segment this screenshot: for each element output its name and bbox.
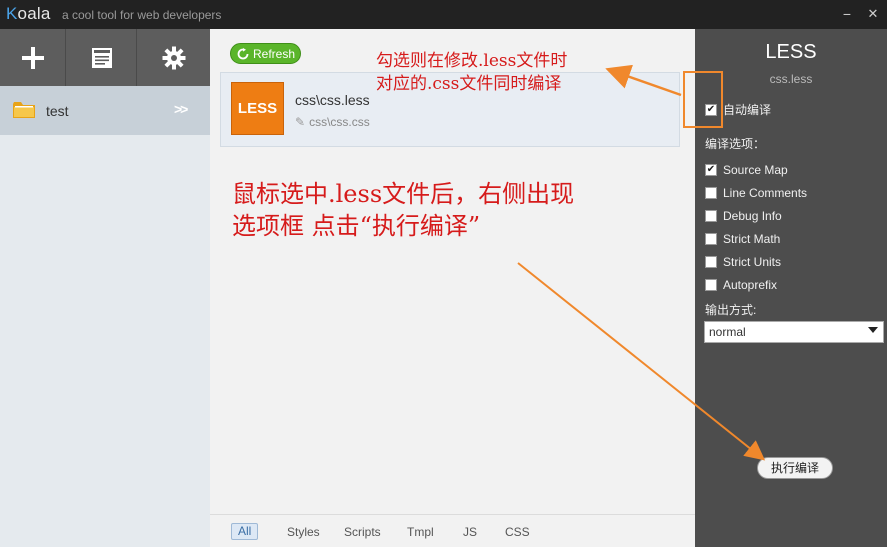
folder-icon: [13, 102, 35, 118]
app-logo: Koala: [6, 4, 51, 23]
output-style-select[interactable]: normal: [704, 321, 884, 343]
settings-button[interactable]: [138, 29, 210, 86]
option-label: Source Map: [723, 163, 788, 177]
autoprefix-checkbox[interactable]: [705, 279, 717, 291]
filter-styles[interactable]: Styles: [287, 525, 320, 539]
document-icon: [91, 47, 112, 68]
strict-math-checkbox[interactable]: [705, 233, 717, 245]
minimize-button[interactable]: −: [836, 3, 858, 25]
compile-button[interactable]: 执行编译: [757, 457, 833, 479]
chevron-down-icon: [868, 327, 878, 333]
compile-options-panel: LESS css.less ✔ 自动编译 编译选项： ✔ Source Map Li…: [695, 29, 887, 547]
annotation-auto-compile: 勾选则在修改.less文件时 对应的.css文件同时编译: [376, 50, 567, 96]
filter-tmpl[interactable]: Tmpl: [407, 525, 434, 539]
option-label: Autoprefix: [723, 278, 778, 292]
option-label: Strict Units: [723, 255, 782, 269]
app-tagline: a cool tool for web developers: [62, 8, 222, 22]
filter-all[interactable]: All: [231, 523, 259, 540]
auto-compile-label: 自动编译: [723, 103, 772, 117]
file-output-row[interactable]: ✎ css\css.css: [295, 115, 370, 129]
refresh-label: Refresh: [253, 46, 296, 61]
title-bar: Koala a cool tool for web developers − ✕: [0, 0, 887, 29]
annotation-select-file: 鼠标选中.less文件后，右侧出现 选项框 点击“执行编译”: [232, 178, 574, 242]
option-autoprefix[interactable]: Autoprefix: [705, 278, 777, 292]
sidebar-toolbar: [0, 29, 210, 86]
filter-js[interactable]: JS: [463, 525, 477, 539]
debug-info-checkbox[interactable]: [705, 210, 717, 222]
highlight-box: [683, 71, 723, 128]
line-comments-checkbox[interactable]: [705, 187, 717, 199]
edit-icon: ✎: [295, 115, 306, 129]
less-file-icon: LESS: [231, 82, 284, 135]
file-list-panel: Refresh LESS css\css.less ✎ css\css.css A…: [210, 29, 695, 547]
file-output-path: css\css.css: [309, 115, 370, 129]
refresh-icon: [237, 47, 249, 59]
annotation-line: 对应的.css文件同时编译: [376, 74, 562, 94]
panel-subtitle: css.less: [769, 72, 813, 86]
add-project-button[interactable]: [0, 29, 66, 86]
filter-css[interactable]: CSS: [505, 525, 530, 539]
filter-scripts[interactable]: Scripts: [344, 525, 381, 539]
strict-units-checkbox[interactable]: [705, 256, 717, 268]
option-strict-units[interactable]: Strict Units: [705, 255, 781, 269]
option-line-comments[interactable]: Line Comments: [705, 186, 807, 200]
annotation-line: 鼠标选中.less文件后，右侧出现: [232, 180, 575, 208]
option-label: Debug Info: [723, 209, 782, 223]
file-source-path: css\css.less: [295, 92, 370, 108]
file-type-filter-bar: All Styles Scripts Tmpl JS CSS: [210, 514, 695, 547]
panel-title: LESS: [765, 41, 817, 63]
annotation-line: 选项框 点击“执行编译”: [232, 212, 481, 240]
close-button[interactable]: ✕: [862, 3, 884, 25]
plus-icon: [21, 46, 44, 69]
chevron-right-icon[interactable]: >>: [174, 101, 188, 117]
output-style-label: 输出方式:: [705, 303, 757, 317]
output-style-value: normal: [709, 325, 746, 339]
project-sidebar: test >>: [0, 29, 210, 547]
annotation-line: 勾选则在修改.less文件时: [376, 51, 568, 71]
log-button[interactable]: [67, 29, 137, 86]
option-debug-info[interactable]: Debug Info: [705, 209, 782, 223]
gear-icon: [162, 46, 186, 69]
option-label: Line Comments: [723, 186, 808, 200]
refresh-button[interactable]: Refresh: [230, 43, 301, 64]
option-label: Strict Math: [723, 232, 781, 246]
compile-options-label: 编译选项：: [705, 137, 766, 151]
option-source-map[interactable]: ✔ Source Map: [705, 163, 788, 177]
option-strict-math[interactable]: Strict Math: [705, 232, 780, 246]
project-name: test: [46, 103, 69, 119]
project-item-test[interactable]: test >>: [0, 86, 210, 135]
source-map-checkbox[interactable]: ✔: [705, 164, 717, 176]
